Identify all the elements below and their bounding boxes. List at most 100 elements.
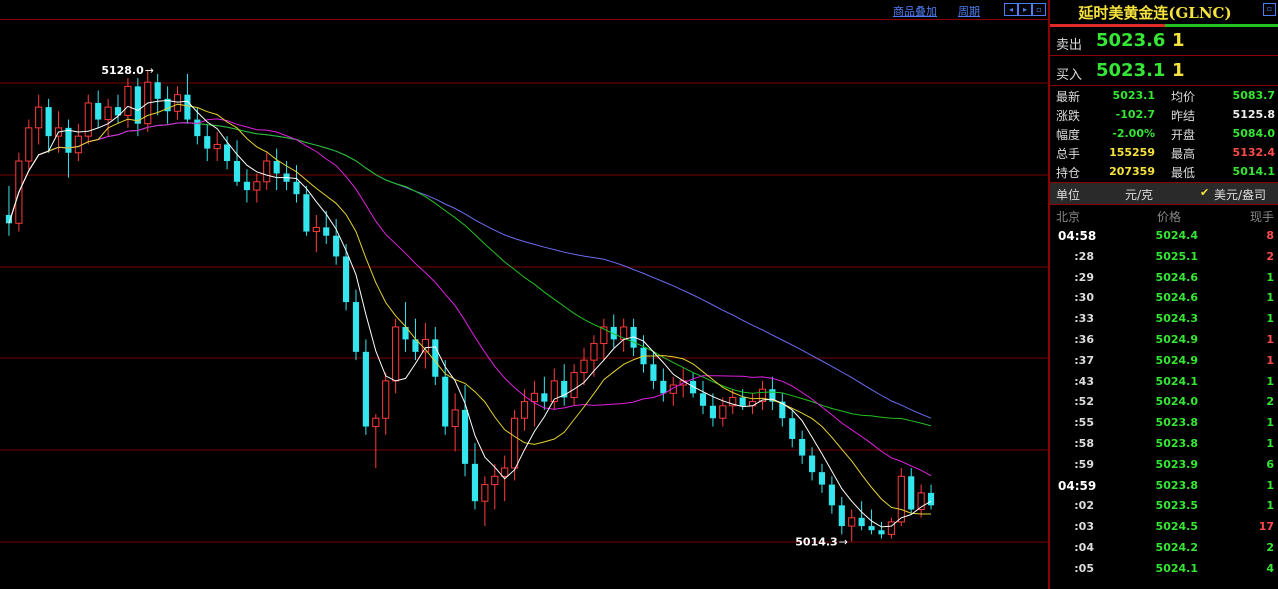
- unit-selector: 单位 元/克 ✔ 美元/盎司: [1050, 183, 1278, 205]
- ma10-line: [8, 103, 931, 515]
- candle-body: [897, 475, 905, 523]
- tick-price: 5024.3: [1155, 312, 1198, 326]
- tick-price: 5024.9: [1155, 332, 1198, 346]
- tick-row: 04:58 5024.4 8: [1050, 225, 1278, 246]
- scroll-left-button[interactable]: ◂: [1004, 3, 1018, 16]
- buy-volume: 1: [1172, 60, 1185, 81]
- candle-body: [789, 418, 796, 439]
- candle-body: [491, 475, 499, 486]
- candle-body: [273, 161, 280, 174]
- candle-body: [818, 472, 826, 485]
- tick-row: :02 5023.5 1: [1050, 495, 1278, 516]
- candle-body: [580, 359, 588, 374]
- tick-price: 5025.1: [1155, 249, 1198, 263]
- tick-row: :30 5024.6 1: [1050, 287, 1278, 308]
- tick-row: :55 5023.8 1: [1050, 412, 1278, 433]
- candle-body: [104, 106, 112, 121]
- tick-row: :52 5024.0 2: [1050, 391, 1278, 412]
- candle-body: [699, 393, 707, 406]
- tick-list[interactable]: 04:58 5024.4 8 :28 5025.1 2 :29 5024.6 1 :30 5024.…: [1050, 225, 1278, 579]
- tick-header-time: 北京: [1056, 210, 1081, 224]
- tick-volume: 1: [1266, 499, 1274, 513]
- candle-body: [233, 161, 241, 182]
- stats-row: 涨跌 -102.7 昨结 5125.8: [1050, 105, 1278, 124]
- stat-value: 207359: [1109, 165, 1155, 178]
- candle-body: [451, 409, 459, 428]
- tick-time: 04:58: [1058, 229, 1097, 243]
- unit-option-cny[interactable]: 元/克: [1125, 186, 1153, 203]
- candle-body: [838, 505, 845, 527]
- candle-body: [471, 463, 479, 502]
- tick-time: :28: [1074, 249, 1094, 263]
- tick-price: 5023.9: [1155, 457, 1198, 471]
- candle-body: [442, 376, 449, 427]
- unit-option-usd[interactable]: 美元/盎司: [1214, 186, 1266, 203]
- kline-chart-canvas[interactable]: 5128.0 →5014.3 →: [0, 0, 1048, 589]
- stat-value: -2.00%: [1112, 127, 1155, 140]
- tick-row: :05 5024.1 4: [1050, 558, 1278, 579]
- low-arrow-icon: →: [839, 535, 848, 548]
- candle-body: [541, 393, 548, 402]
- tick-price: 5024.0: [1155, 395, 1198, 409]
- candle-body: [530, 392, 539, 403]
- overlay-link[interactable]: 商品叠加: [893, 3, 937, 19]
- candle-body: [124, 85, 132, 116]
- ma5-line: [8, 99, 932, 528]
- tick-price: 5024.1: [1155, 374, 1198, 388]
- tick-volume: 2: [1266, 540, 1274, 554]
- buy-quote-row[interactable]: 买入 5023.1 1: [1050, 56, 1278, 86]
- stat-label: 持仓: [1056, 166, 1081, 180]
- kline-chart[interactable]: 5128.0 → 5014.3 → 商品叠加 周期 ◂ ▸ ▫: [0, 0, 1048, 589]
- period-link[interactable]: 周期: [958, 3, 980, 19]
- candle-body: [590, 343, 598, 361]
- tick-time: :43: [1074, 374, 1094, 388]
- candle-body: [908, 476, 915, 510]
- tick-row: :33 5024.3 1: [1050, 308, 1278, 329]
- stat-label: 开盘: [1171, 128, 1196, 142]
- tick-volume: 1: [1266, 374, 1274, 388]
- candle-body: [352, 302, 360, 352]
- tick-time: :58: [1074, 436, 1094, 450]
- candle-body: [808, 455, 816, 473]
- candle-body: [204, 136, 211, 149]
- tick-header-volume: 现手: [1249, 210, 1274, 224]
- stat-label: 最低: [1171, 166, 1196, 180]
- tick-price: 5024.9: [1155, 353, 1198, 367]
- tick-price: 5024.2: [1155, 540, 1198, 554]
- tick-row: :29 5024.6 1: [1050, 267, 1278, 288]
- sell-quote-row[interactable]: 卖出 5023.6 1: [1050, 26, 1278, 56]
- sell-price: 5023.6: [1096, 30, 1166, 51]
- sell-label: 卖出: [1056, 38, 1083, 53]
- tick-volume: 1: [1266, 416, 1274, 430]
- stat-value: 5083.7: [1232, 89, 1275, 102]
- candle-body: [342, 256, 350, 303]
- scroll-right-button[interactable]: ▸: [1018, 3, 1032, 16]
- buy-label: 买入: [1056, 68, 1083, 83]
- high-price-label: 5128.0: [101, 64, 144, 77]
- tick-row: :43 5024.1 1: [1050, 371, 1278, 392]
- stat-value: 5023.1: [1112, 89, 1155, 102]
- candle-body: [74, 135, 82, 154]
- candle-body: [858, 517, 865, 527]
- panel-menu-icon[interactable]: ▫: [1263, 3, 1276, 16]
- candle-body: [828, 484, 835, 506]
- tick-row: :59 5023.9 6: [1050, 454, 1278, 475]
- candle-body: [848, 517, 856, 527]
- tick-time: :37: [1074, 353, 1094, 367]
- tick-time: :33: [1074, 312, 1094, 326]
- restore-button[interactable]: ▫: [1032, 3, 1046, 16]
- tick-price: 5024.6: [1155, 291, 1198, 305]
- stat-value: -102.7: [1115, 108, 1155, 121]
- candle-body: [194, 119, 201, 137]
- candle-body: [224, 144, 231, 162]
- candle-body: [293, 181, 300, 195]
- candle-body: [263, 160, 271, 183]
- tick-price: 5023.8: [1155, 478, 1198, 492]
- tick-header-price: 价格: [1157, 210, 1182, 224]
- stat-value: 5132.4: [1232, 146, 1275, 159]
- candle-body: [65, 127, 72, 153]
- tick-price: 5024.6: [1155, 270, 1198, 284]
- tick-time: :29: [1074, 270, 1094, 284]
- tick-time: :55: [1074, 416, 1094, 430]
- tick-row: 04:59 5023.8 1: [1050, 475, 1278, 496]
